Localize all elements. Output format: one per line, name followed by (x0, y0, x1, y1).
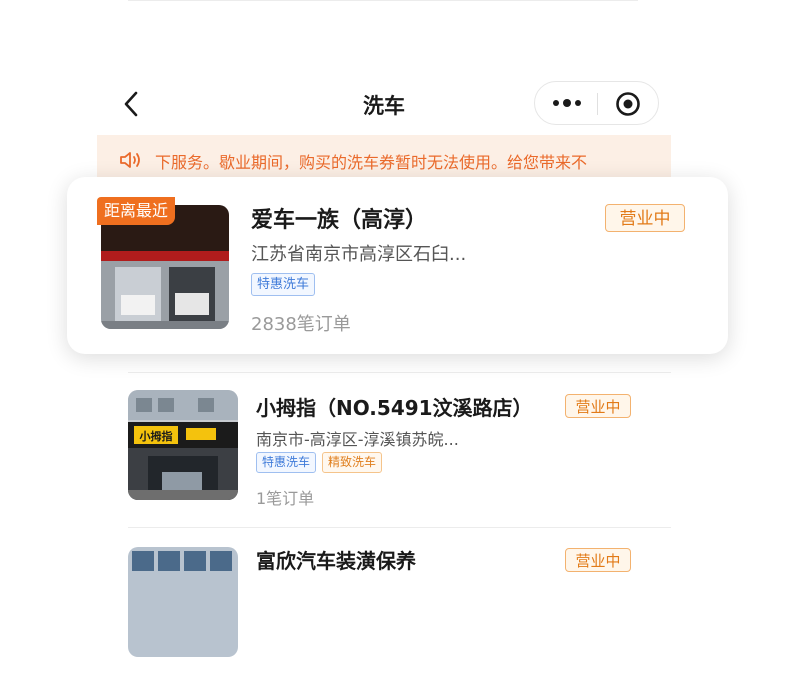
mini-program-capsule (534, 81, 659, 125)
list-divider (128, 372, 671, 373)
shop-photo (128, 547, 238, 657)
shop-address: 江苏省南京市高淳区石臼... (251, 244, 467, 265)
capsule-divider (597, 93, 598, 115)
shop-card[interactable]: 小拇指 小拇指（NO.5491汶溪路店） 南京市-高淳区-淳溪镇苏皖... 特惠… (128, 390, 671, 540)
notice-text: 下服务。歇业期间，购买的洗车券暂时无法使用。给您带来不 (155, 153, 588, 172)
shop-sign-text: 小拇指 (139, 429, 173, 443)
more-dots-icon (553, 99, 581, 107)
shop-orders: 2838笔订单 (251, 314, 351, 335)
tag-fine-wash: 精致洗车 (322, 452, 383, 473)
status-badge: 营业中 (565, 394, 631, 418)
top-divider (128, 0, 638, 1)
shop-photo: 小拇指 (128, 390, 238, 500)
tag-special-wash: 特惠洗车 (256, 452, 317, 473)
close-button[interactable] (615, 91, 641, 117)
more-button[interactable] (549, 92, 585, 114)
shop-tags: 特惠洗车 (251, 273, 316, 296)
shop-tags: 特惠洗车 精致洗车 (256, 452, 383, 473)
featured-shop-card[interactable]: 距离最近 爱车一族（高淳） 江苏省南京市高淳区石臼... 特惠洗车 2838笔订… (67, 177, 728, 354)
shop-name: 爱车一族（高淳） (251, 208, 428, 233)
status-badge: 营业中 (605, 204, 685, 232)
speaker-icon (120, 152, 140, 168)
shop-address: 南京市-高淳区-淳溪镇苏皖... (256, 430, 459, 449)
shop-name: 小拇指（NO.5491汶溪路店） (256, 396, 533, 420)
target-circle-icon (616, 92, 640, 116)
tag-special-wash: 特惠洗车 (251, 273, 316, 296)
list-divider (128, 527, 671, 528)
nearest-badge: 距离最近 (97, 197, 176, 225)
shop-card[interactable]: 富欣汽车装潢保养 营业中 (128, 545, 671, 695)
shop-orders: 1笔订单 (256, 489, 315, 508)
status-badge: 营业中 (565, 548, 631, 572)
shop-name: 富欣汽车装潢保养 (256, 549, 416, 573)
nav-bar: 洗车 (97, 78, 671, 130)
